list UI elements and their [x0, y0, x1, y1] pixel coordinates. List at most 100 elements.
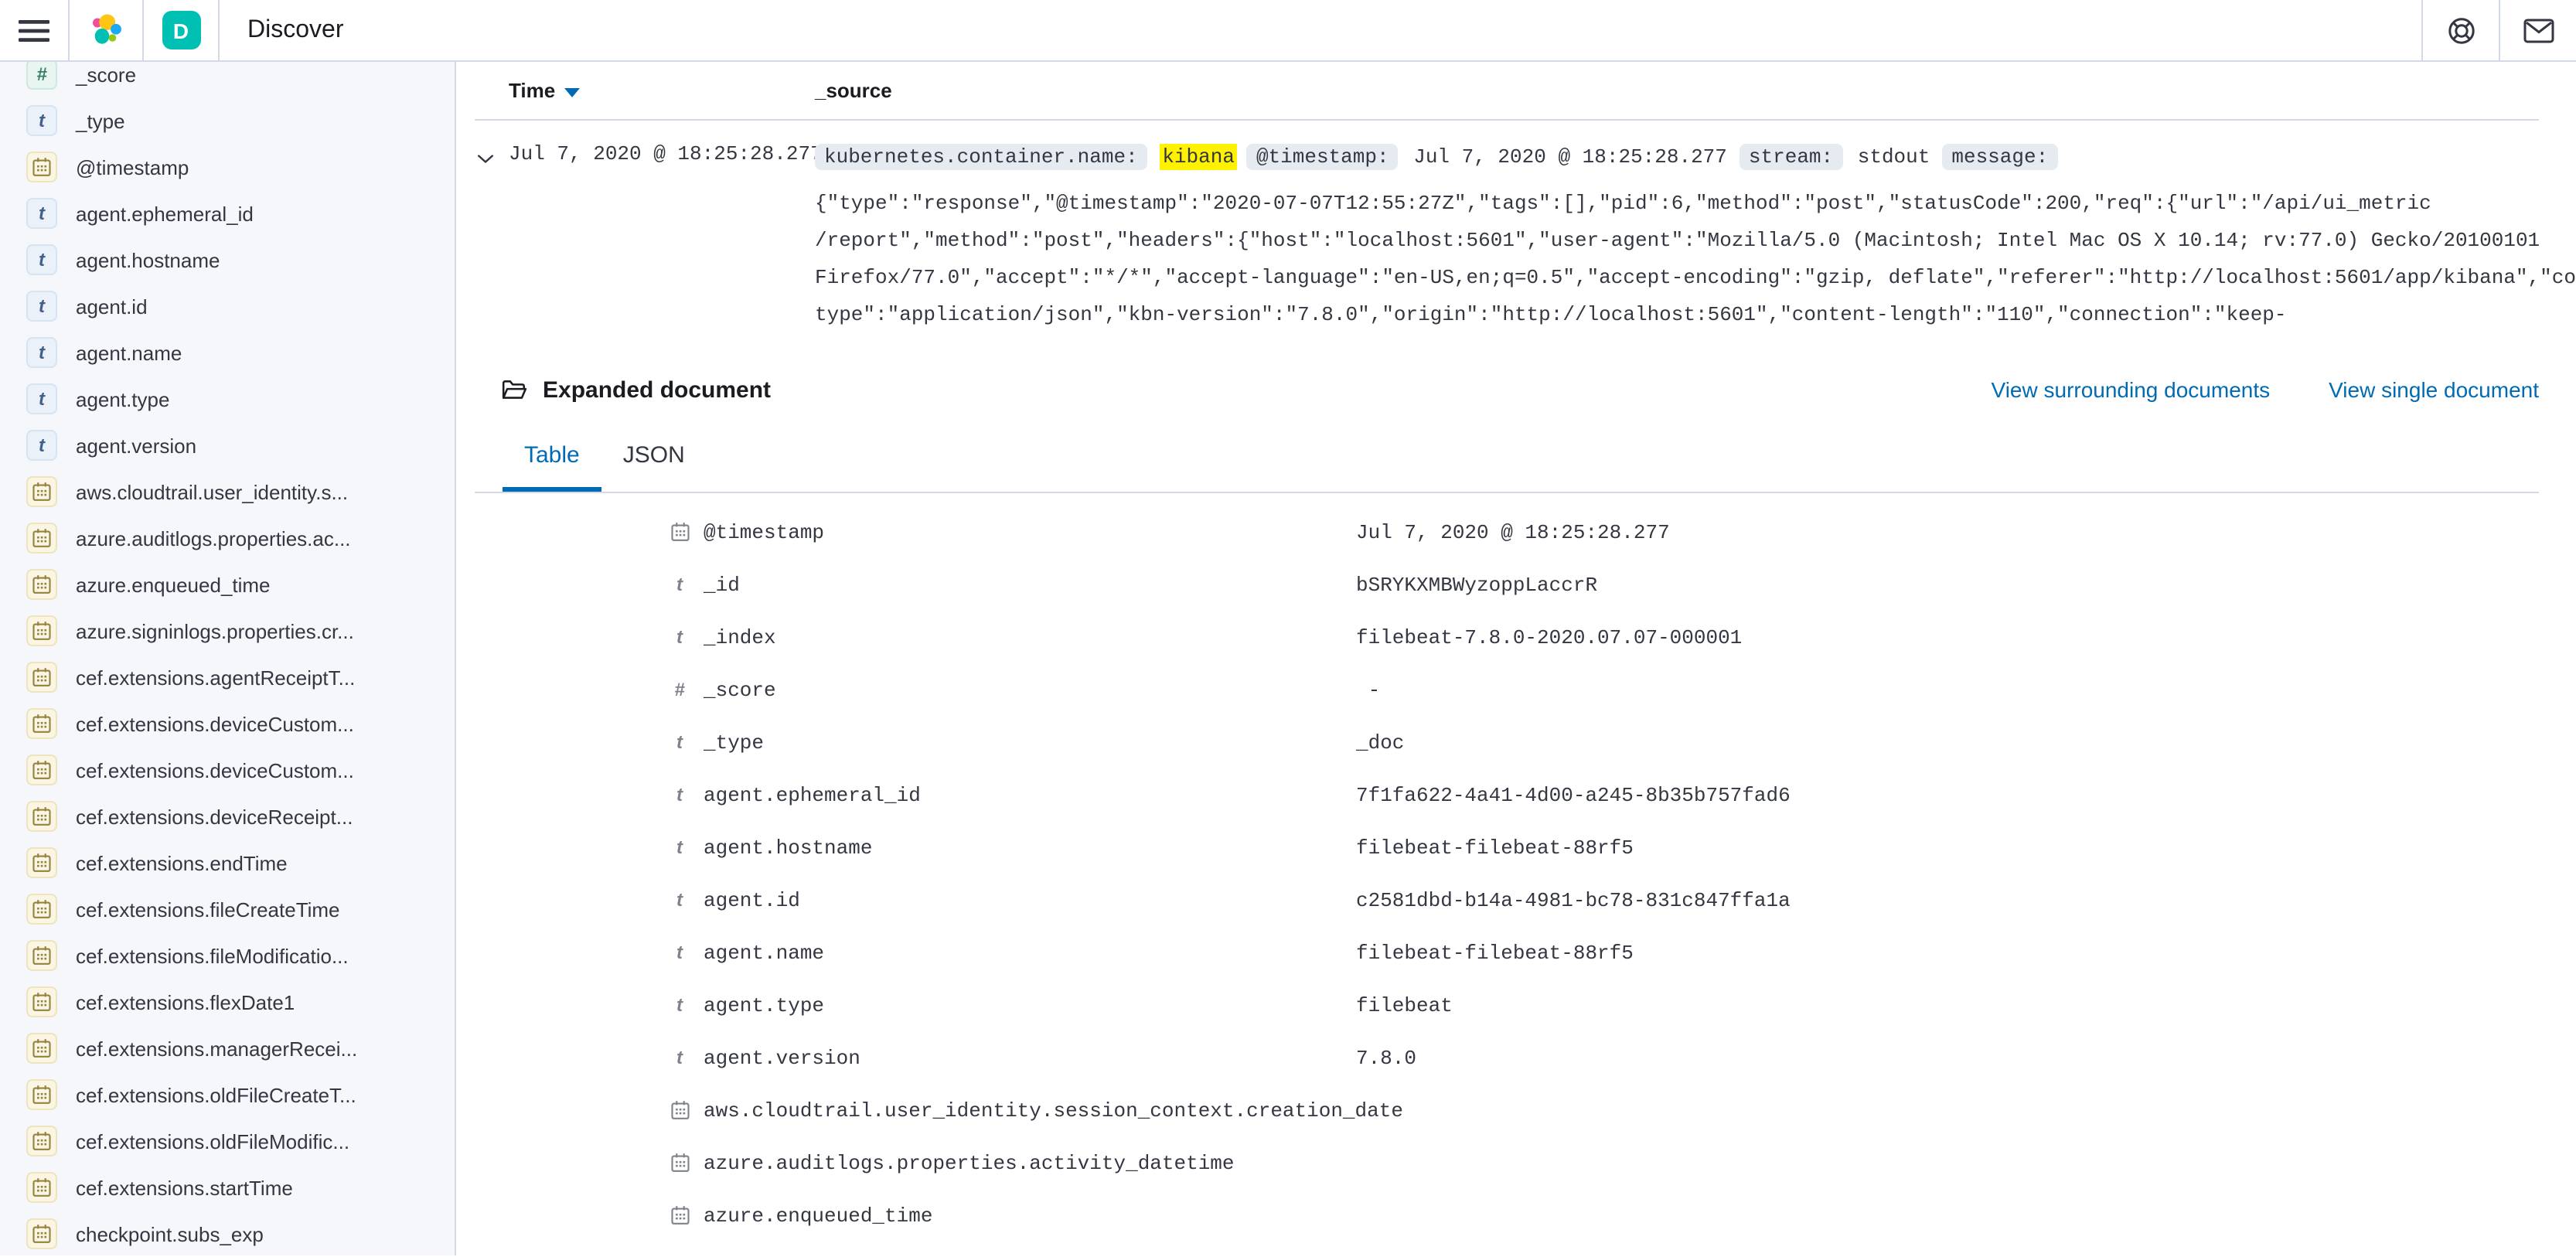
document-tabs: Table JSON: [475, 433, 2539, 493]
sidebar-field-item[interactable]: cef.extensions.managerRecei...: [0, 1025, 455, 1071]
tab-json[interactable]: JSON: [601, 433, 707, 492]
doc-field-value: c2581dbd-b14a-4981-bc78-831c847ffa1a: [1356, 888, 1791, 911]
sidebar-field-item[interactable]: cef.extensions.agentReceiptT...: [0, 654, 455, 700]
doc-field: azure.auditlogs.properties.activity_date…: [668, 1151, 1356, 1174]
doc-field-value: 7.8.0: [1356, 1046, 1416, 1069]
sidebar-field-item[interactable]: cef.extensions.fileModificatio...: [0, 932, 455, 979]
string-field-icon: t: [26, 337, 57, 368]
sidebar-field-item[interactable]: cef.extensions.deviceCustom...: [0, 700, 455, 747]
time-column-header[interactable]: Time: [509, 79, 815, 102]
sidebar-field-item[interactable]: cef.extensions.startTime: [0, 1164, 455, 1211]
expanded-document-header: Expanded document View surrounding docum…: [475, 368, 2539, 411]
menu-button[interactable]: [0, 0, 68, 60]
sidebar-field-item[interactable]: #_score: [0, 62, 455, 97]
sidebar-field-item[interactable]: tagent.name: [0, 329, 455, 376]
table-row: tagent.idc2581dbd-b14a-4981-bc78-831c847…: [475, 874, 2539, 926]
header-spacer: [343, 0, 2421, 60]
string-field-icon: t: [26, 430, 57, 461]
sidebar-field-item[interactable]: cef.extensions.deviceCustom...: [0, 747, 455, 793]
source-field-pair: @timestamp: Jul 7, 2020 @ 18:25:28.277: [1247, 145, 1730, 169]
sidebar-field-label: cef.extensions.deviceCustom...: [76, 712, 354, 735]
results-table-header: Time _source: [475, 62, 2539, 121]
hamburger-icon: [19, 18, 49, 43]
sidebar-field-item[interactable]: cef.extensions.flexDate1: [0, 979, 455, 1025]
sidebar-field-item[interactable]: aws.cloudtrail.user_identity.s...: [0, 468, 455, 515]
sidebar-field-label: cef.extensions.startTime: [76, 1176, 293, 1199]
source-value: Jul 7, 2020 @ 18:25:28.277: [1410, 144, 1730, 170]
doc-field-name: _id: [704, 573, 740, 596]
sidebar-field-label: azure.auditlogs.properties.ac...: [76, 526, 351, 550]
sidebar-field-label: _type: [76, 109, 125, 132]
sidebar-field-item[interactable]: azure.auditlogs.properties.ac...: [0, 515, 455, 561]
sidebar-field-label: cef.extensions.flexDate1: [76, 990, 295, 1013]
sidebar-field-item[interactable]: @timestamp: [0, 144, 455, 190]
message-json-line: type":"application/json","kbn-version":"…: [815, 297, 2539, 334]
page-body: #_scoret_type@timestamptagent.ephemeral_…: [0, 62, 2576, 1255]
app-icon-cell: D: [144, 0, 218, 60]
sidebar-field-item[interactable]: cef.extensions.oldFileCreateT...: [0, 1071, 455, 1118]
highlighted-source-value: kibana: [1159, 144, 1238, 170]
doc-field-value: Jul 7, 2020 @ 18:25:28.277: [1356, 520, 1670, 543]
sidebar-field-item[interactable]: cef.extensions.endTime: [0, 840, 455, 886]
table-row: aws.cloudtrail.user_identity.session_con…: [475, 1084, 2539, 1136]
string-field-icon: t: [26, 383, 57, 414]
sidebar-field-label: cef.extensions.oldFileModific...: [76, 1129, 349, 1153]
doc-field: tagent.id: [668, 888, 1356, 911]
source-field-pair: message:: [1942, 145, 2057, 169]
sidebar-field-item[interactable]: cef.extensions.oldFileModific...: [0, 1118, 455, 1164]
view-single-document-link[interactable]: View single document: [2329, 377, 2539, 402]
folder-open-icon: [501, 376, 527, 403]
source-value: stdout: [1855, 144, 1934, 170]
table-row: tagent.version7.8.0: [475, 1031, 2539, 1084]
source-field-badge: @timestamp:: [1247, 144, 1399, 170]
elastic-logo[interactable]: [70, 0, 142, 60]
doc-field-name: _score: [704, 678, 776, 701]
sidebar-field-item[interactable]: tagent.ephemeral_id: [0, 190, 455, 237]
sidebar-field-item[interactable]: t _type: [0, 97, 455, 144]
doc-field-value: filebeat-7.8.0-2020.07.07-000001: [1356, 625, 1742, 649]
doc-field: #_score: [668, 678, 1356, 701]
doc-field-value: _doc: [1356, 731, 1404, 754]
sidebar-field-item[interactable]: azure.enqueued_time: [0, 561, 455, 608]
help-button[interactable]: [2423, 0, 2499, 60]
date-field-icon: [26, 940, 57, 971]
top-nav: D Discover: [0, 0, 2576, 62]
result-row: Jul 7, 2020 @ 18:25:28.277 kubernetes.co…: [475, 121, 2539, 334]
date-field-icon: [26, 523, 57, 554]
help-lifebuoy-icon: [2445, 15, 2476, 46]
string-field-icon: t: [26, 291, 57, 322]
sidebar-field-item[interactable]: azure.signinlogs.properties.cr...: [0, 608, 455, 654]
doc-field: @timestamp: [668, 520, 1356, 543]
chevron-down-icon: [475, 148, 496, 170]
string-field-icon: t: [668, 889, 691, 911]
row-time: Jul 7, 2020 @ 18:25:28.277: [509, 142, 815, 334]
doc-field-name: aws.cloudtrail.user_identity.session_con…: [704, 1099, 1403, 1122]
string-field-icon: t: [26, 244, 57, 275]
collapse-row-button[interactable]: [475, 142, 509, 334]
date-field-icon: [26, 152, 57, 182]
sidebar-field-label: cef.extensions.fileCreateTime: [76, 898, 340, 921]
sidebar-field-item[interactable]: checkpoint.subs_exp: [0, 1211, 455, 1255]
sidebar-field-item[interactable]: t agent.hostname: [0, 237, 455, 283]
newsfeed-button[interactable]: [2500, 0, 2576, 60]
source-column-header: _source: [815, 79, 892, 102]
view-surrounding-documents-link[interactable]: View surrounding documents: [1992, 377, 2271, 402]
sidebar-field-item[interactable]: tagent.type: [0, 376, 455, 422]
message-json-line: {"type":"response","@timestamp":"2020-07…: [815, 186, 2539, 223]
sidebar-field-label: agent.ephemeral_id: [76, 202, 254, 225]
sidebar-field-item[interactable]: tagent.version: [0, 422, 455, 468]
string-field-icon: t: [26, 105, 57, 136]
doc-field-name: agent.type: [704, 993, 824, 1017]
string-field-icon: t: [668, 626, 691, 648]
table-row: t_indexfilebeat-7.8.0-2020.07.07-000001: [475, 611, 2539, 663]
doc-field: tagent.version: [668, 1046, 1356, 1069]
sidebar-field-item[interactable]: cef.extensions.deviceReceipt...: [0, 793, 455, 840]
sidebar-field-label: agent.hostname: [76, 248, 220, 271]
source-field-pair: stream: stdout: [1739, 145, 1933, 169]
source-field-badge: kubernetes.container.name:: [815, 144, 1147, 170]
discover-app-badge: D: [162, 11, 200, 49]
doc-field: tagent.type: [668, 993, 1356, 1017]
sidebar-field-item[interactable]: tagent.id: [0, 283, 455, 329]
tab-table[interactable]: Table: [503, 433, 601, 492]
sidebar-field-item[interactable]: cef.extensions.fileCreateTime: [0, 886, 455, 932]
